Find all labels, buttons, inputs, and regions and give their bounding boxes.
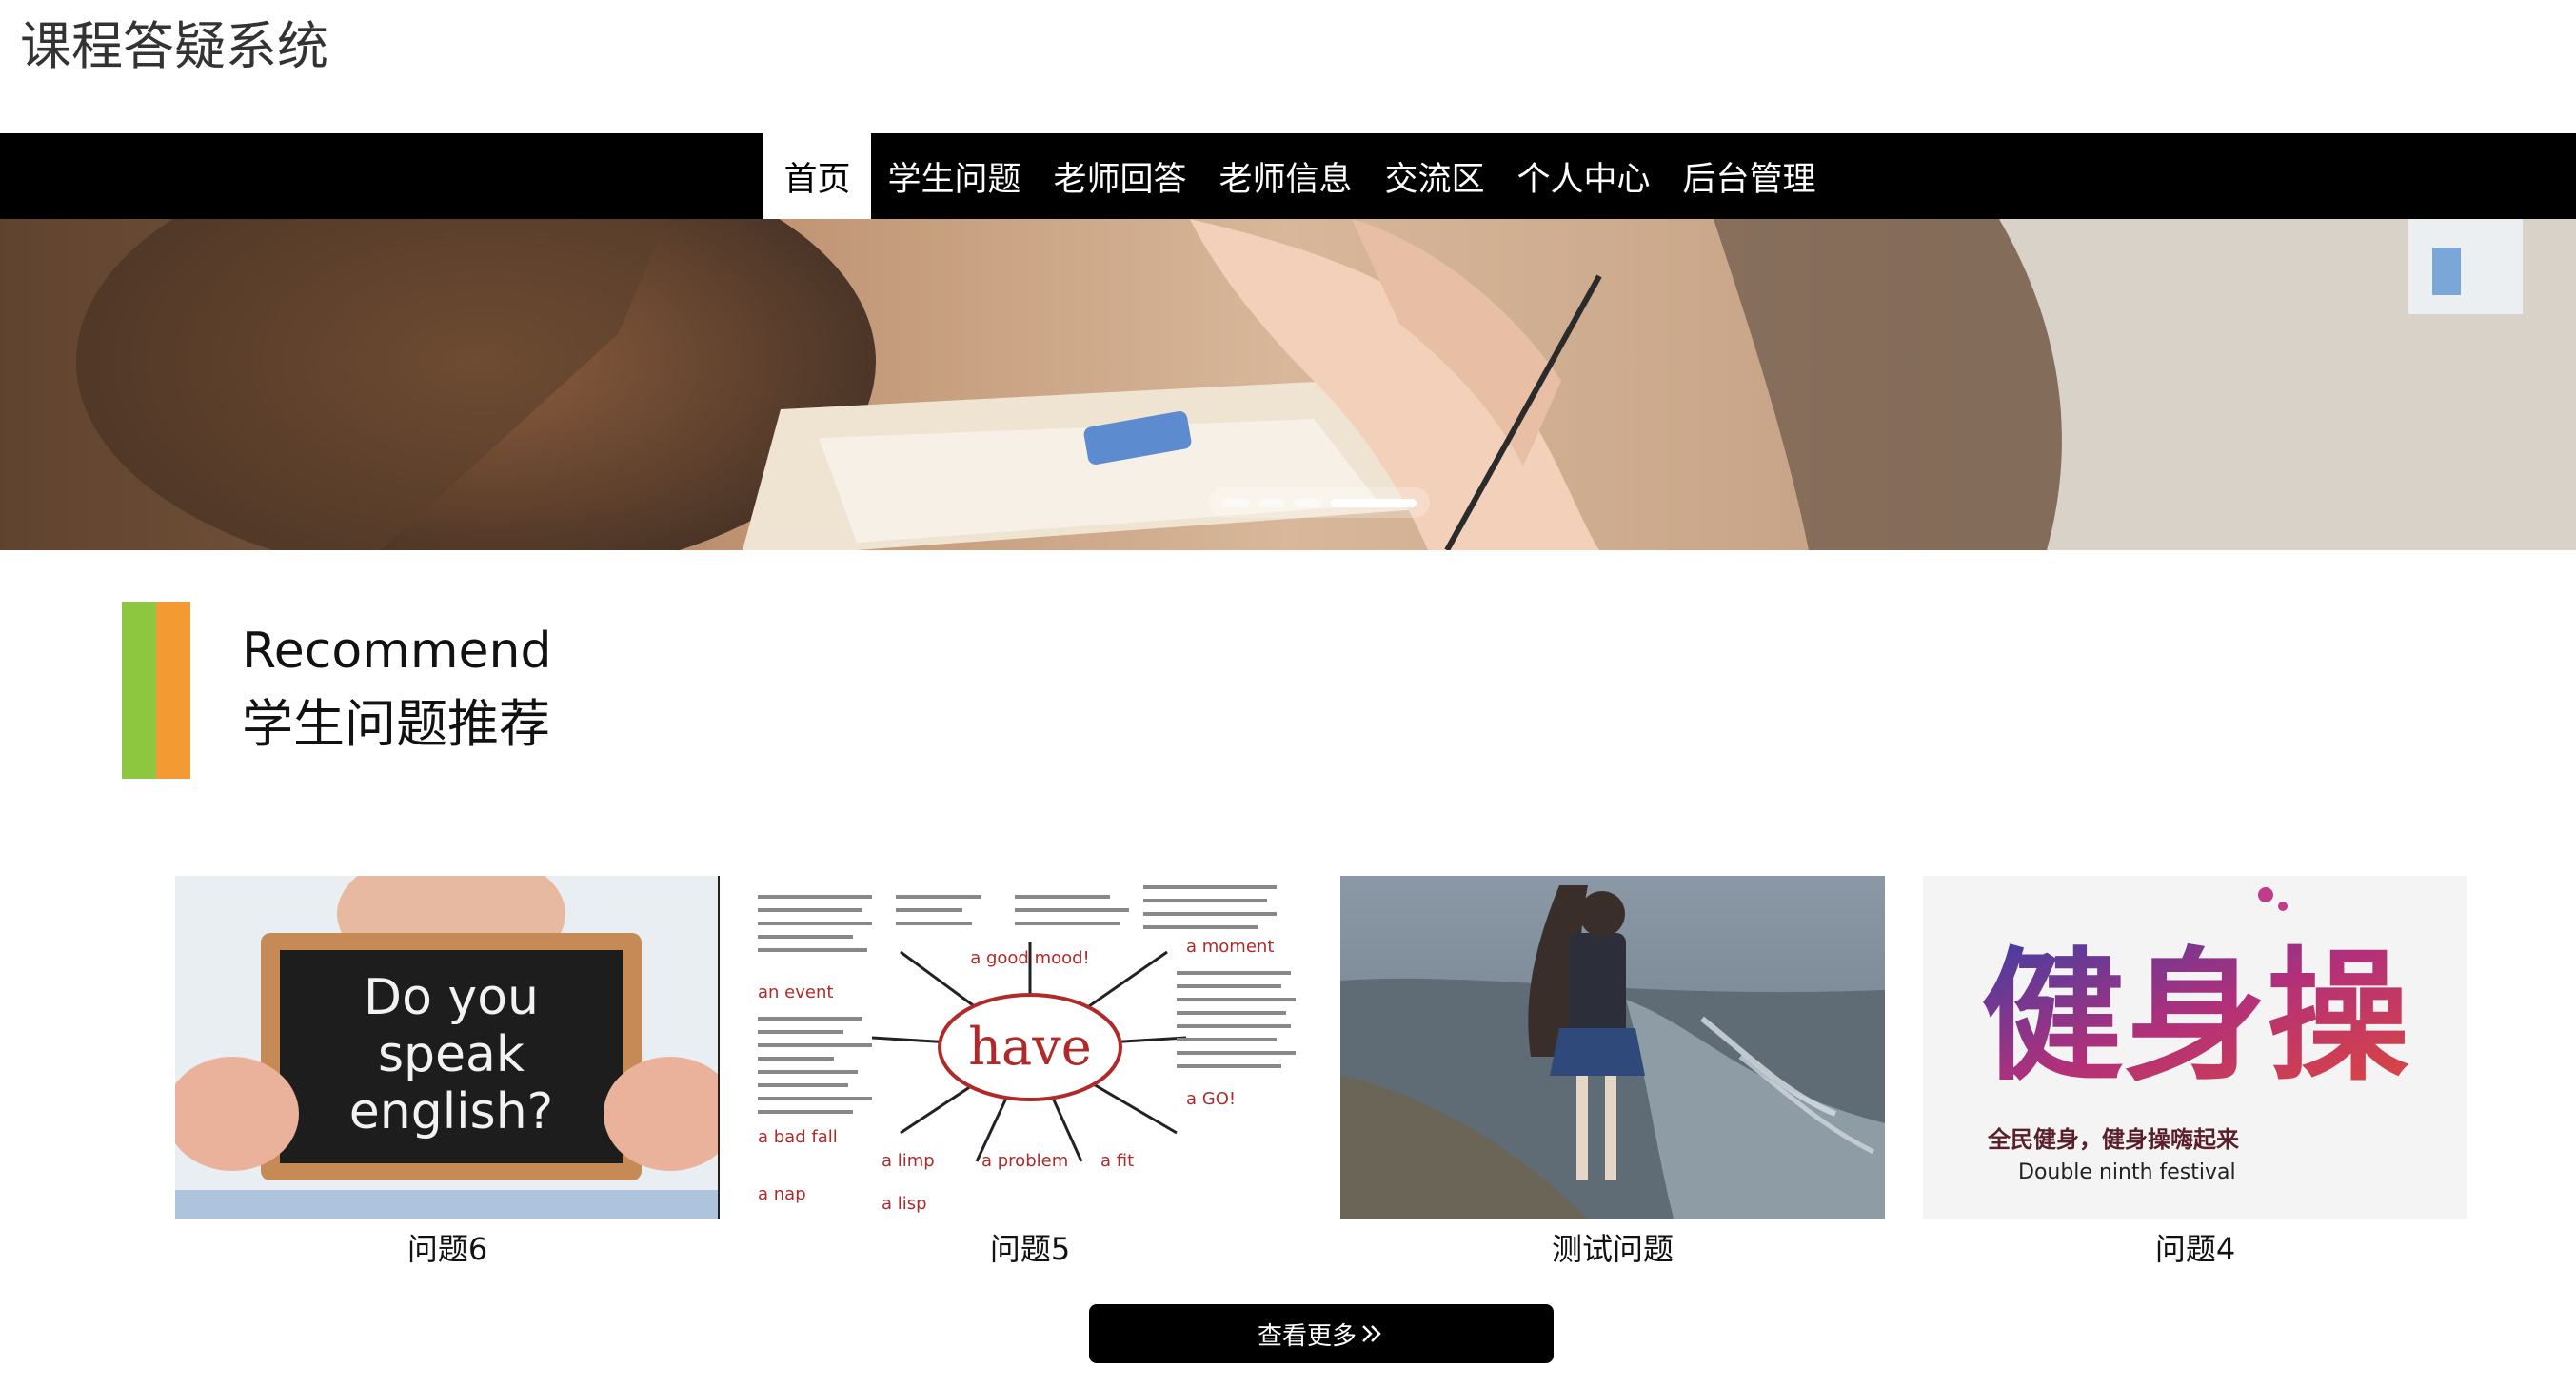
nav-item-profile[interactable]: 个人中心 — [1501, 133, 1667, 219]
site-title: 课程答疑系统 — [20, 16, 328, 76]
question-title[interactable]: 问题6 — [175, 1228, 720, 1270]
main-navbar: 首页 学生问题 老师回答 老师信息 交流区 个人中心 后台管理 — [0, 133, 2576, 219]
question-title[interactable]: 问题5 — [758, 1228, 1302, 1270]
carousel-dot-4[interactable] — [1331, 498, 1417, 507]
question-thumbnail[interactable]: Do you speak english? — [175, 876, 720, 1219]
chalk-line-3: english? — [349, 1083, 554, 1140]
mindmap-label: a lisp — [882, 1194, 927, 1214]
nav-item-teacher-answers[interactable]: 老师回答 — [1037, 133, 1202, 219]
carousel-dot-1[interactable] — [1222, 498, 1249, 507]
question-card[interactable]: have a good mood! an event a moment a ba… — [758, 876, 1302, 1276]
slogan-text: 全民健身，健身操嗨起来 — [1987, 1126, 2240, 1153]
beach-girl-image — [1340, 876, 1885, 1219]
question-thumbnail[interactable]: have a good mood! an event a moment a ba… — [758, 876, 1302, 1219]
nav-item-admin[interactable]: 后台管理 — [1667, 133, 1833, 219]
question-card[interactable]: 测试问题 — [1340, 876, 1885, 1276]
mindmap-label: a nap — [758, 1184, 806, 1204]
carousel-dot-2[interactable] — [1258, 498, 1285, 507]
section-title-cn: 学生问题推荐 — [242, 694, 550, 754]
question-card[interactable]: 健身操 全民健身，健身操嗨起来 Double ninth festival 问题… — [1923, 876, 2467, 1276]
carousel-dot-3[interactable] — [1295, 498, 1321, 507]
double-chevron-right-icon — [1362, 1325, 1381, 1342]
mindmap-label: a moment — [1186, 937, 1274, 957]
nav-item-student-questions[interactable]: 学生问题 — [871, 133, 1037, 219]
section-title-en: Recommend — [242, 623, 552, 680]
chalkboard-image: Do you speak english? — [175, 876, 720, 1219]
chalk-line-1: Do you — [364, 969, 539, 1026]
section-marker-green — [122, 602, 156, 779]
mindmap-label: a fit — [1100, 1151, 1134, 1171]
vocabulary-mindmap-image: have a good mood! an event a moment a ba… — [758, 876, 1302, 1219]
question-title[interactable]: 问题4 — [1923, 1228, 2467, 1270]
calligraphy-title: 健身操 — [1981, 933, 2409, 1100]
question-thumbnail[interactable] — [1340, 876, 1885, 1219]
question-card[interactable]: Do you speak english? 问题6 — [175, 876, 720, 1276]
view-more-label: 查看更多 — [1257, 1321, 1357, 1351]
festival-text: Double ninth festival — [2018, 1160, 2236, 1184]
nav-item-forum[interactable]: 交流区 — [1369, 133, 1501, 219]
question-title[interactable]: 测试问题 — [1340, 1228, 1885, 1270]
carousel-indicators — [1209, 487, 1430, 518]
section-marker — [122, 602, 190, 779]
mindmap-label: a problem — [981, 1151, 1068, 1171]
section-marker-orange — [156, 602, 190, 779]
nav-item-home[interactable]: 首页 — [763, 133, 872, 219]
mindmap-label: a limp — [882, 1151, 935, 1171]
mindmap-label: a bad fall — [758, 1127, 838, 1147]
mindmap-center-word: have — [968, 1017, 1091, 1077]
question-card-list: Do you speak english? 问题6 have a good mo… — [175, 876, 2469, 1276]
question-thumbnail[interactable]: 健身操 全民健身，健身操嗨起来 Double ninth festival — [1923, 876, 2467, 1219]
view-more-button[interactable]: 查看更多 — [1089, 1304, 1554, 1363]
chalk-line-2: speak — [378, 1026, 525, 1083]
fitness-calligraphy-image: 健身操 全民健身，健身操嗨起来 Double ninth festival — [1923, 876, 2467, 1219]
mindmap-label: a good mood! — [970, 948, 1090, 968]
mindmap-label: a GO! — [1186, 1089, 1236, 1109]
mindmap-label: an event — [758, 982, 833, 1002]
nav-item-teacher-info[interactable]: 老师信息 — [1202, 133, 1368, 219]
